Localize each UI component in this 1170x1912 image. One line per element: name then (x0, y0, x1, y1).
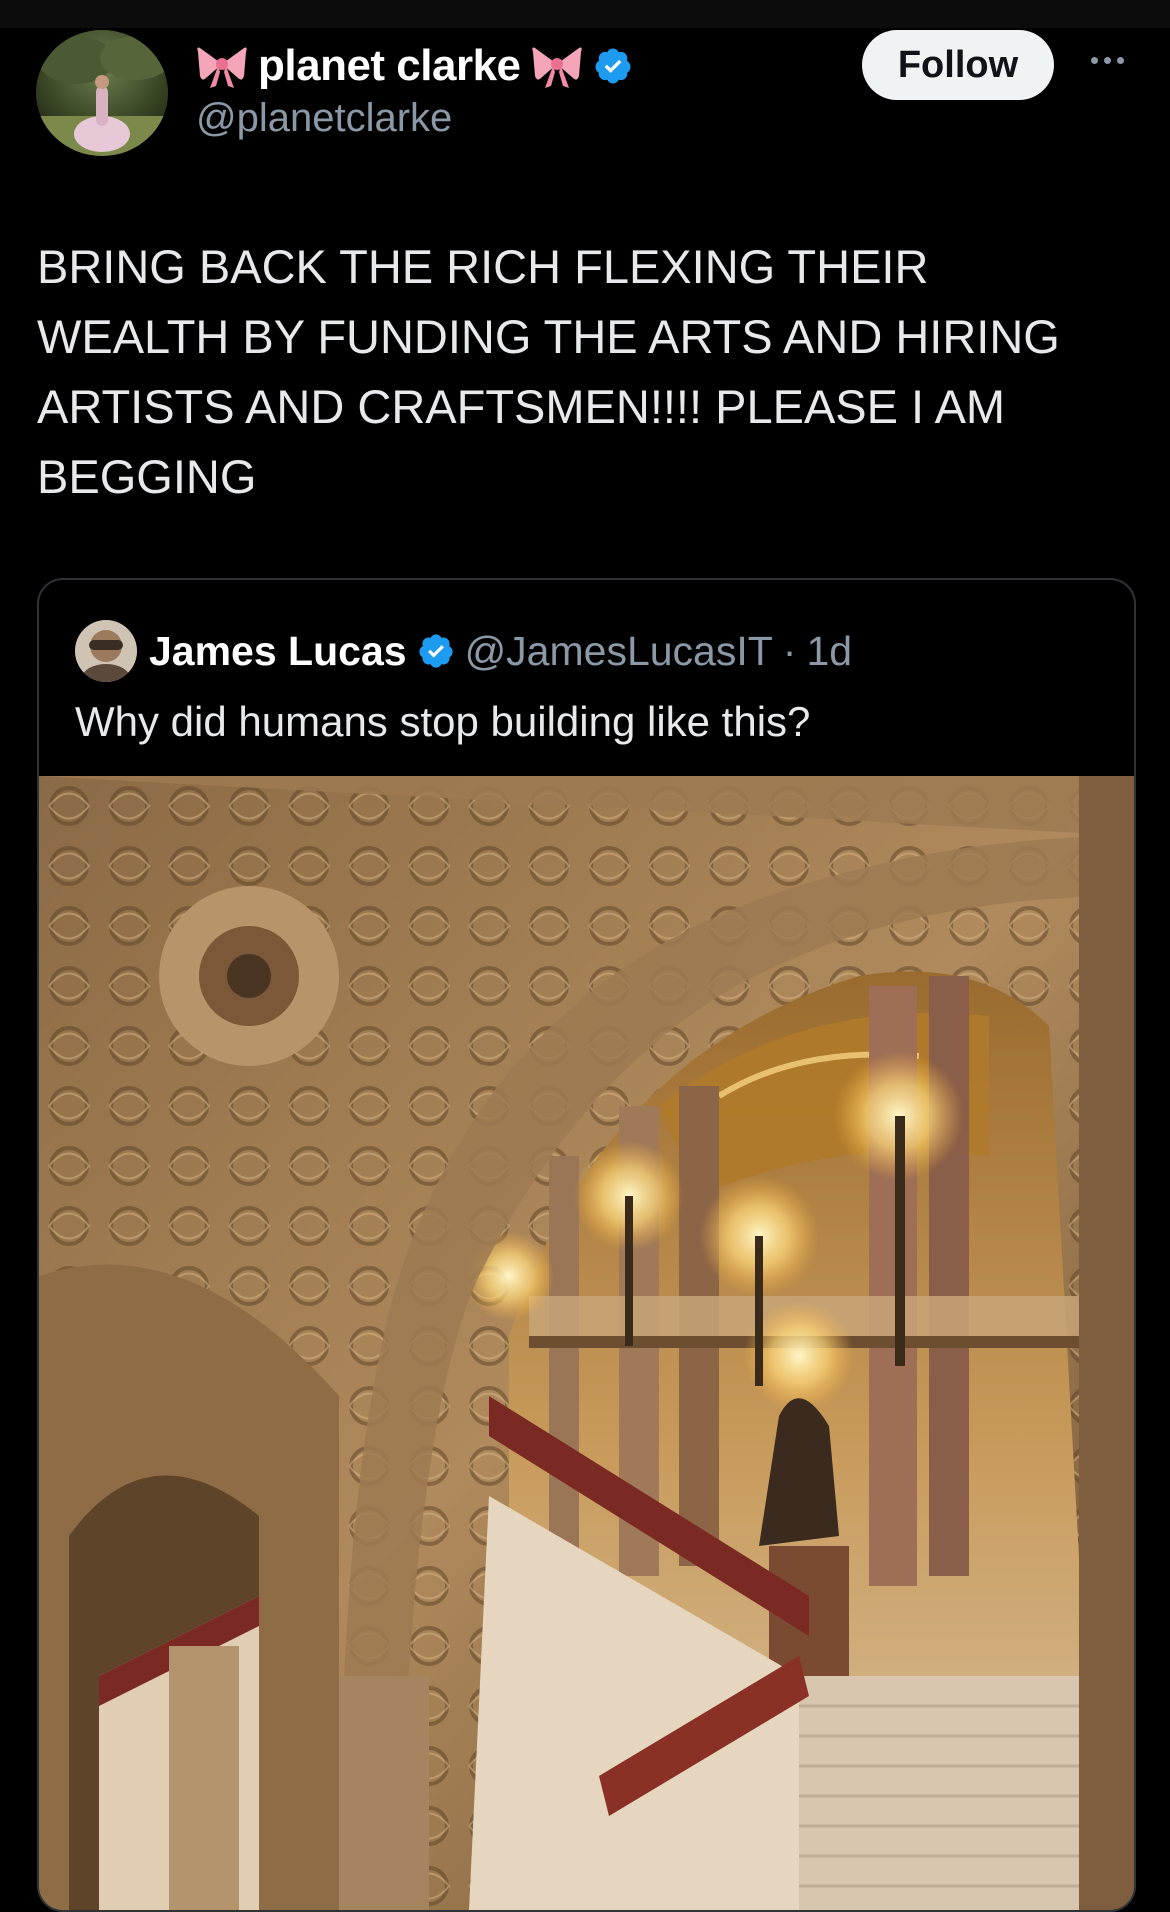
quoted-author-row[interactable]: James Lucas @JamesLucasIT · 1d (149, 620, 852, 682)
quoted-tweet-photo[interactable] (39, 776, 1134, 1910)
author-name-row[interactable]: planet clarke (196, 36, 633, 96)
follow-button[interactable]: Follow (862, 30, 1054, 100)
quoted-tweet-card[interactable]: James Lucas @JamesLucasIT · 1d Why did h… (37, 578, 1136, 1912)
bow-emoji-icon (531, 42, 583, 90)
tweet-line: WEALTH BY FUNDING THE ARTS AND HIRING (37, 310, 1060, 363)
dot-separator: · (782, 627, 797, 674)
verified-badge-icon (417, 632, 455, 670)
author-handle[interactable]: @planetclarke (196, 96, 452, 141)
bow-emoji-icon (196, 42, 248, 90)
quoted-display-name[interactable]: James Lucas (149, 628, 407, 675)
tweet-text: BRING BACK THE RICH FLEXING THEIR WEALTH… (37, 232, 1137, 512)
quoted-author-avatar[interactable] (75, 620, 137, 682)
tweet-line: ARTISTS AND CRAFTSMEN!!!! PLEASE I AM (37, 380, 1006, 433)
quoted-tweet-text: Why did humans stop building like this? (75, 698, 811, 745)
author-display-name[interactable]: planet clarke (258, 41, 521, 91)
status-strip (0, 0, 1170, 28)
quoted-handle[interactable]: @JamesLucasIT (465, 628, 773, 675)
more-horizontal-icon[interactable] (1082, 40, 1132, 80)
tweet-line: BEGGING (37, 450, 257, 503)
quoted-timestamp[interactable]: 1d (806, 628, 852, 675)
author-avatar[interactable] (36, 30, 168, 156)
verified-badge-icon (593, 46, 633, 86)
tweet-line: BRING BACK THE RICH FLEXING THEIR (37, 240, 929, 293)
